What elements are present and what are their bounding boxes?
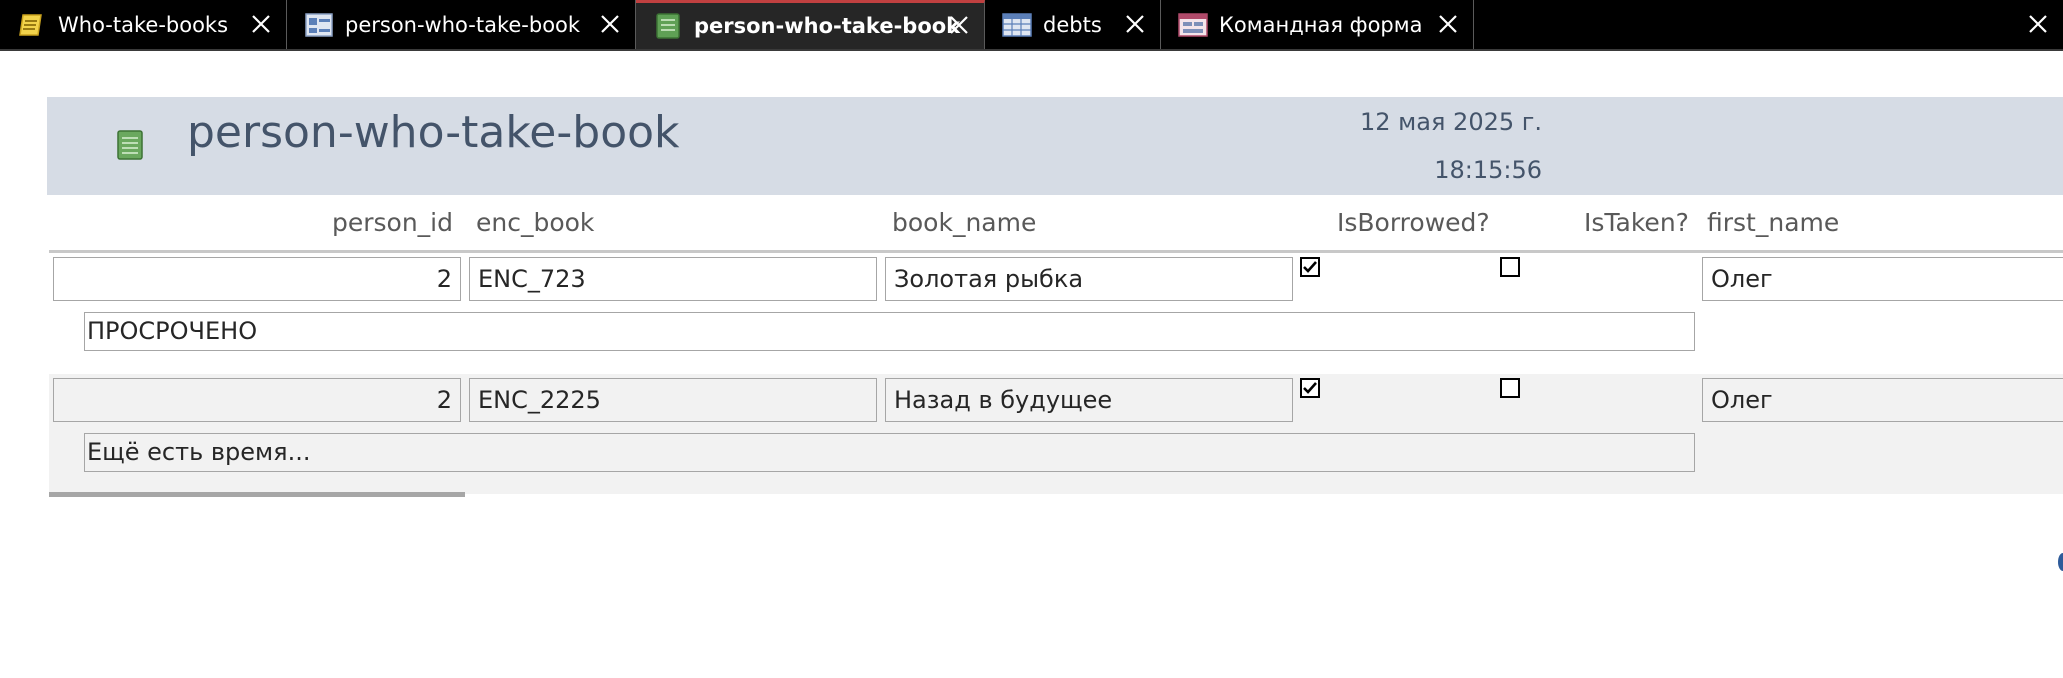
book-name-field[interactable]: Золотая рыбка bbox=[885, 257, 1293, 301]
document-tab-bar: Who-take-books person-who-take-book pers… bbox=[0, 0, 2063, 51]
column-header-person-id: person_id bbox=[331, 208, 453, 237]
form-icon bbox=[305, 13, 333, 37]
tab-label: Who-take-books bbox=[58, 13, 229, 37]
report-header: person-who-take-book 12 мая 2025 г. 18:1… bbox=[47, 97, 2063, 195]
is-borrowed-checkbox[interactable] bbox=[1300, 257, 1320, 277]
tab-label: debts bbox=[1043, 13, 1102, 37]
report-date: 12 мая 2025 г. bbox=[1360, 108, 1542, 136]
close-window-icon[interactable] bbox=[2026, 12, 2050, 36]
tab-person-who-take-book-report[interactable]: person-who-take-book bbox=[636, 0, 985, 49]
column-header-book-name: book_name bbox=[892, 208, 1037, 237]
table-row: 2 ENC_723 Золотая рыбка Олег ПРОСРОЧЕНО bbox=[49, 253, 2063, 373]
checkmark-icon bbox=[1303, 261, 1317, 273]
is-taken-checkbox[interactable] bbox=[1500, 378, 1520, 398]
form-window-icon bbox=[1178, 13, 1208, 37]
tab-label: Командная форма bbox=[1219, 13, 1423, 37]
table-row: 2 ENC_2225 Назад в будущее Олег Ещё есть… bbox=[49, 374, 2063, 494]
tab-label: person-who-take-book bbox=[694, 14, 961, 38]
table-icon bbox=[1002, 13, 1032, 37]
first-name-field[interactable]: Олег bbox=[1702, 378, 2063, 422]
close-icon[interactable] bbox=[1123, 12, 1147, 36]
resize-handle[interactable] bbox=[2058, 553, 2063, 571]
horizontal-scrollbar[interactable] bbox=[49, 492, 465, 497]
tab-who-take-books[interactable]: Who-take-books bbox=[0, 0, 287, 49]
column-header-is-borrowed: IsBorrowed? bbox=[1337, 208, 1490, 237]
is-borrowed-checkbox[interactable] bbox=[1300, 378, 1320, 398]
tab-label: person-who-take-book bbox=[345, 13, 581, 37]
person-id-field[interactable]: 2 bbox=[53, 378, 461, 422]
close-icon[interactable] bbox=[1436, 12, 1460, 36]
checkmark-icon bbox=[1303, 382, 1317, 394]
tab-command-form[interactable]: Командная форма bbox=[1161, 0, 1474, 49]
enc-book-field[interactable]: ENC_2225 bbox=[469, 378, 877, 422]
column-header-is-taken: IsTaken? bbox=[1584, 208, 1689, 237]
is-taken-checkbox[interactable] bbox=[1500, 257, 1520, 277]
person-id-field[interactable]: 2 bbox=[53, 257, 461, 301]
report-icon bbox=[19, 14, 42, 36]
first-name-field[interactable]: Олег bbox=[1702, 257, 2063, 301]
enc-book-field[interactable]: ENC_723 bbox=[469, 257, 877, 301]
close-icon[interactable] bbox=[598, 12, 622, 36]
report-title: person-who-take-book bbox=[187, 107, 680, 158]
column-header-first-name: first_name bbox=[1707, 208, 1840, 237]
status-field[interactable]: ПРОСРОЧЕНО bbox=[84, 312, 1695, 351]
close-icon[interactable] bbox=[947, 13, 971, 37]
book-name-field[interactable]: Назад в будущее bbox=[885, 378, 1293, 422]
report-green-icon bbox=[117, 130, 143, 160]
report-green-icon bbox=[656, 13, 680, 39]
status-field[interactable]: Ещё есть время... bbox=[84, 433, 1695, 472]
column-header-enc-book: enc_book bbox=[476, 208, 595, 237]
report-time: 18:15:56 bbox=[1434, 156, 1542, 184]
tab-person-who-take-book-form[interactable]: person-who-take-book bbox=[287, 0, 636, 49]
tab-debts[interactable]: debts bbox=[985, 0, 1161, 49]
close-icon[interactable] bbox=[249, 12, 273, 36]
